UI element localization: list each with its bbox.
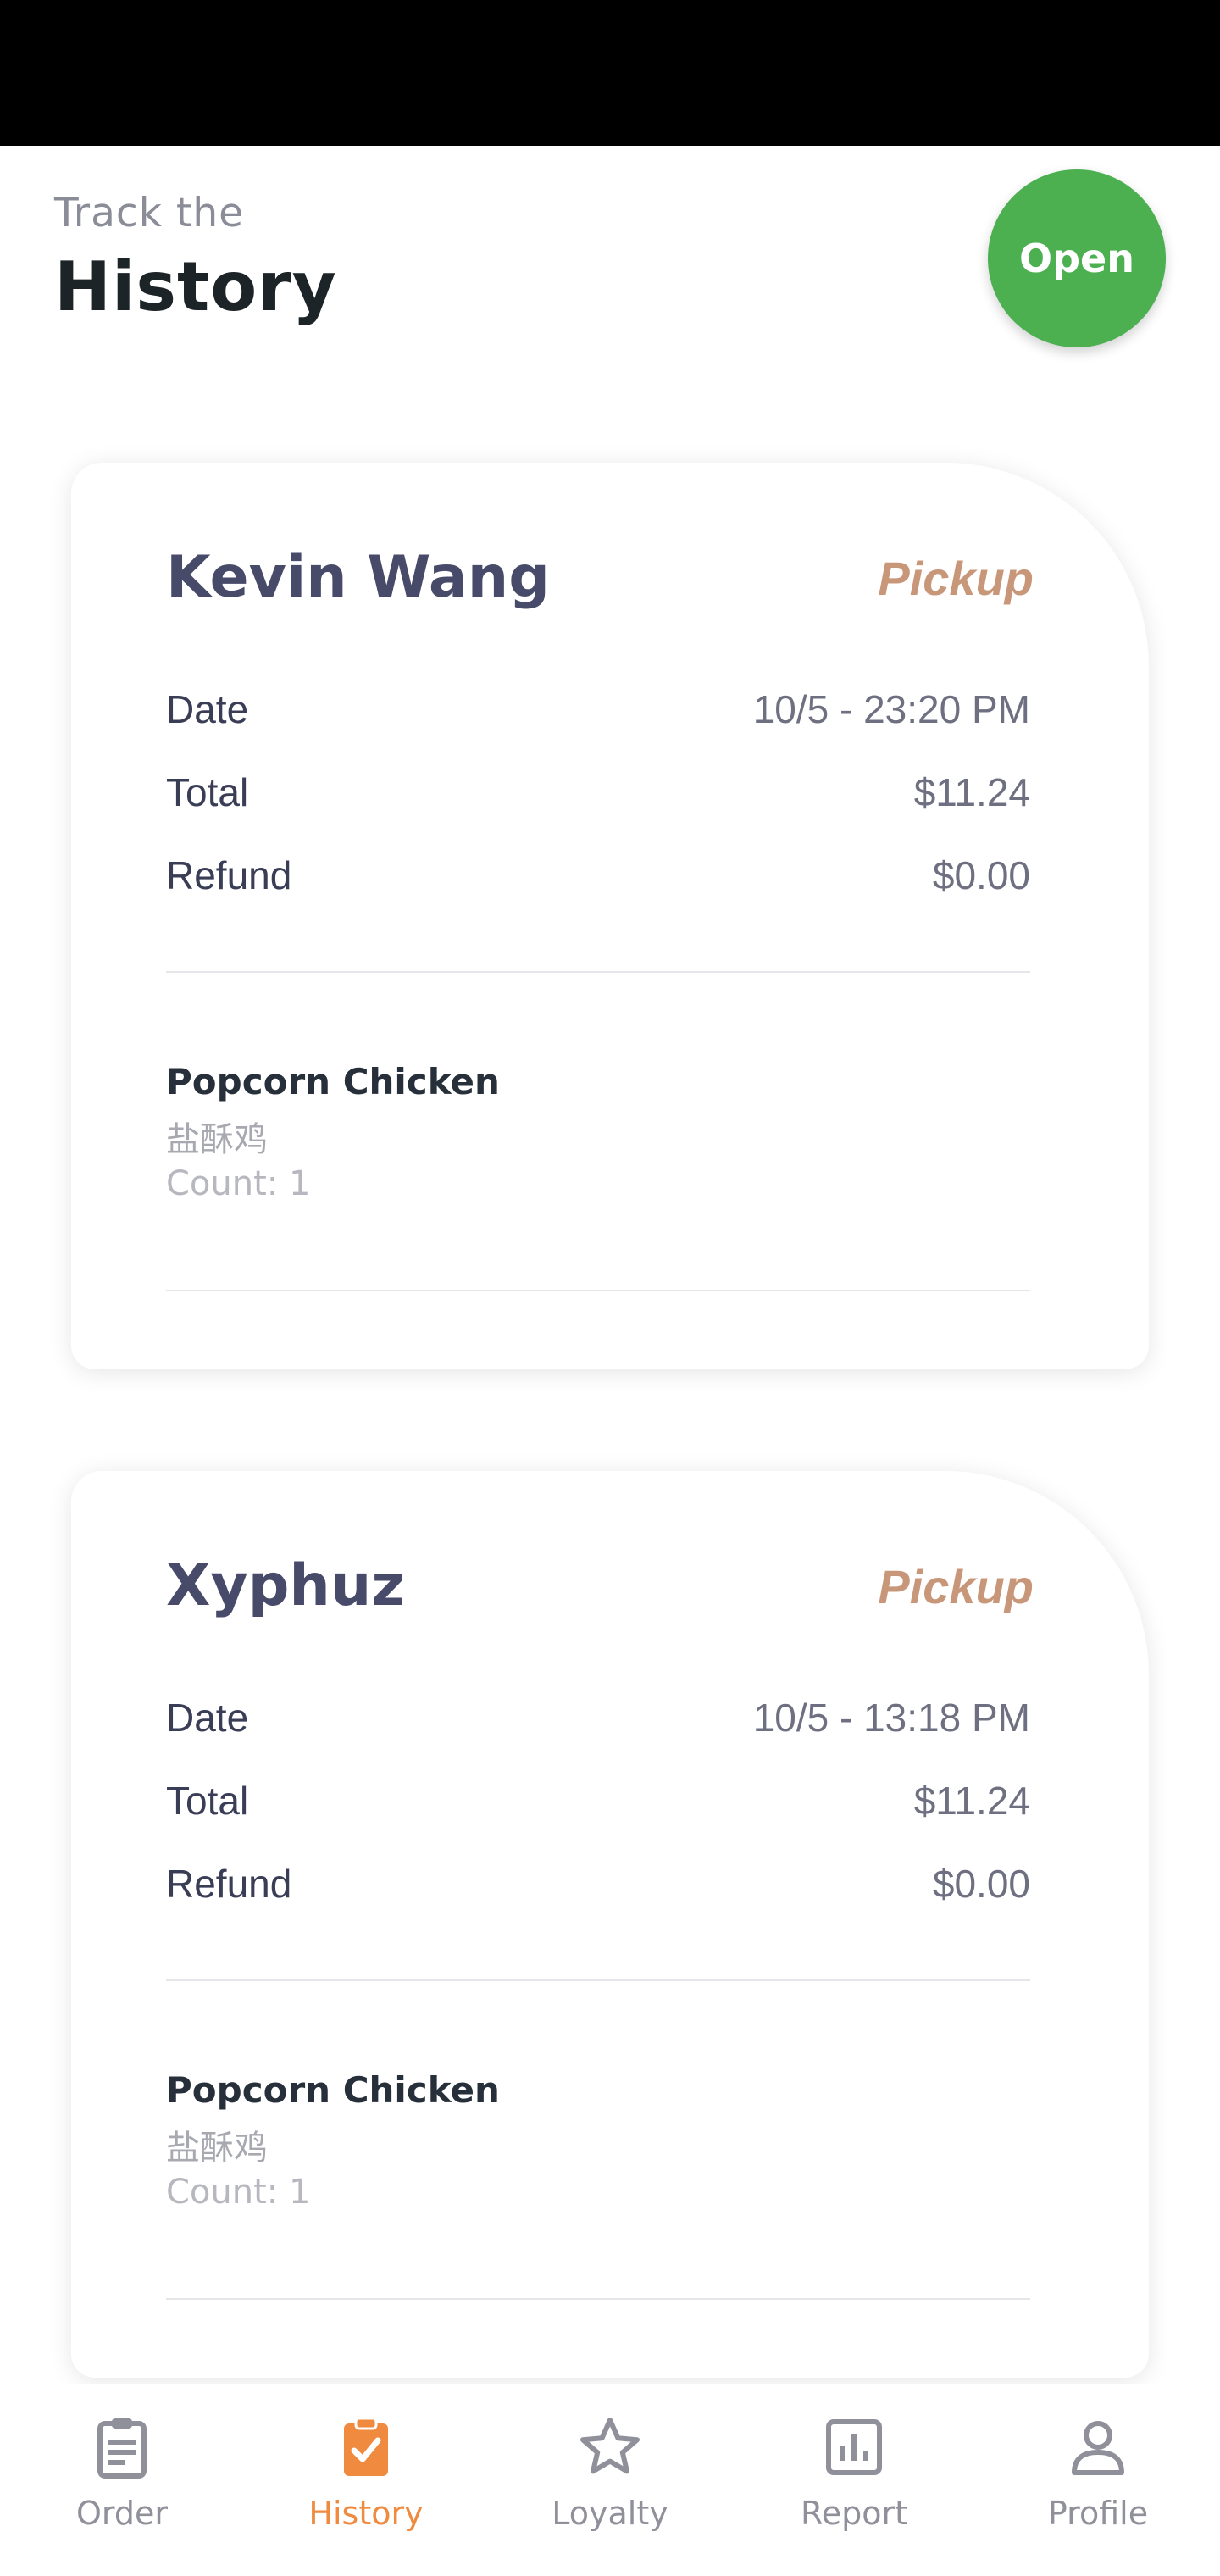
date-row: Date 10/5 - 23:20 PM xyxy=(166,680,1030,739)
clipboard-list-icon xyxy=(97,2418,147,2479)
order-type-badge: Pickup xyxy=(878,552,1034,605)
bar-chart-icon xyxy=(826,2419,882,2475)
star-icon xyxy=(580,2418,640,2474)
divider xyxy=(166,2298,1030,2300)
date-row: Date 10/5 - 13:18 PM xyxy=(166,1688,1030,1747)
nav-label-profile: Profile xyxy=(1047,2495,1149,2532)
header-subtitle: Track the xyxy=(54,190,245,236)
divider xyxy=(166,971,1030,973)
clipboard-check-icon xyxy=(344,2417,388,2476)
refund-label: Refund xyxy=(166,853,292,897)
refund-value: $0.00 xyxy=(932,1862,1030,1906)
customer-name: Kevin Wang xyxy=(166,544,550,611)
nav-label-history: History xyxy=(308,2495,424,2532)
item-name-chinese: 盐酥鸡 xyxy=(166,1120,268,1159)
item-name-chinese: 盐酥鸡 xyxy=(166,2129,268,2168)
total-value: $11.24 xyxy=(913,770,1030,814)
nav-label-loyalty: Loyalty xyxy=(552,2495,668,2532)
bottom-navigation: Order History Loyalty Report Profile xyxy=(0,2384,1220,2576)
date-value: 10/5 - 13:18 PM xyxy=(752,1696,1030,1740)
order-type-badge: Pickup xyxy=(878,1560,1034,1613)
date-value: 10/5 - 23:20 PM xyxy=(752,687,1030,731)
page-title: History xyxy=(54,247,337,326)
total-value: $11.24 xyxy=(913,1779,1030,1823)
total-label: Total xyxy=(166,770,249,814)
divider xyxy=(166,1979,1030,1981)
nav-item-profile[interactable]: Profile xyxy=(976,2384,1220,2576)
refund-label: Refund xyxy=(166,1862,292,1906)
total-label: Total xyxy=(166,1779,249,1823)
nav-item-loyalty[interactable]: Loyalty xyxy=(488,2384,732,2576)
date-label: Date xyxy=(166,687,249,731)
refund-value: $0.00 xyxy=(932,853,1030,897)
refund-row: Refund $0.00 xyxy=(166,1854,1030,1913)
order-card[interactable]: Kevin Wang Pickup Date 10/5 - 23:20 PM T… xyxy=(71,463,1149,1369)
status-bar xyxy=(0,0,1220,146)
item-count: Count: 1 xyxy=(166,1164,311,1203)
nav-item-history[interactable]: History xyxy=(244,2384,488,2576)
nav-label-order: Order xyxy=(76,2495,168,2532)
item-count: Count: 1 xyxy=(166,2173,311,2212)
divider xyxy=(166,1290,1030,1291)
date-label: Date xyxy=(166,1696,249,1740)
order-card[interactable]: Xyphuz Pickup Date 10/5 - 13:18 PM Total… xyxy=(71,1471,1149,2378)
nav-label-report: Report xyxy=(801,2495,907,2532)
nav-item-report[interactable]: Report xyxy=(732,2384,976,2576)
total-row: Total $11.24 xyxy=(166,1771,1030,1830)
item-name: Popcorn Chicken xyxy=(166,2069,500,2111)
item-name: Popcorn Chicken xyxy=(166,1061,500,1102)
user-icon xyxy=(1072,2421,1124,2475)
open-status-button[interactable]: Open xyxy=(988,169,1166,347)
refund-row: Refund $0.00 xyxy=(166,846,1030,905)
total-row: Total $11.24 xyxy=(166,763,1030,822)
nav-item-order[interactable]: Order xyxy=(0,2384,244,2576)
customer-name: Xyphuz xyxy=(166,1552,405,1619)
